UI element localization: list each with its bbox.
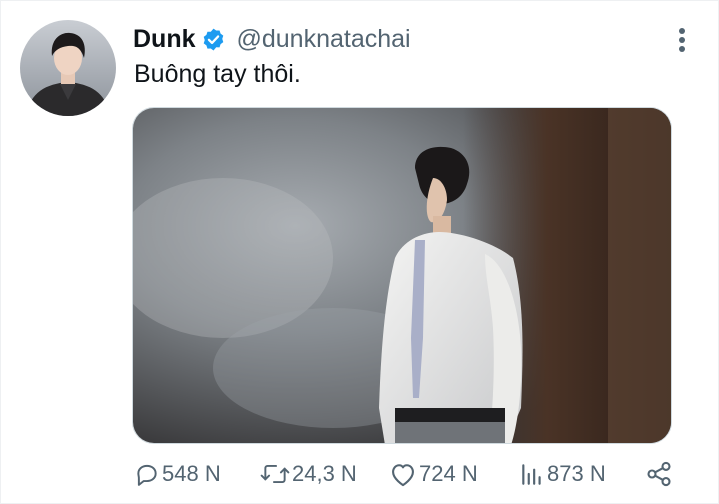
verified-badge-icon <box>201 27 226 52</box>
profile-photo-icon <box>20 20 116 116</box>
views-button[interactable]: 873 N <box>519 455 606 493</box>
tweet-header: Dunk @dunknatachai <box>133 21 411 57</box>
tweet-photo-icon <box>133 108 671 443</box>
like-button[interactable]: 724 N <box>389 455 478 493</box>
heart-icon <box>392 464 414 487</box>
like-count: 724 N <box>419 461 478 486</box>
retweet-count: 24,3 N <box>292 461 357 486</box>
share-button[interactable] <box>645 455 673 493</box>
display-name[interactable]: Dunk <box>133 25 196 54</box>
tweet-actions: 548 N 24,3 N 724 N 873 N <box>132 455 677 493</box>
views-count: 873 N <box>547 461 606 486</box>
more-options-button[interactable] <box>665 23 699 57</box>
reply-icon <box>137 464 157 486</box>
retweet-icon <box>260 465 290 484</box>
more-vertical-icon <box>679 28 685 52</box>
username-handle[interactable]: @dunknatachai <box>237 25 411 54</box>
reply-count: 548 N <box>162 461 221 486</box>
tweet-media[interactable] <box>132 107 672 444</box>
avatar[interactable] <box>20 20 116 116</box>
retweet-button[interactable]: 24,3 N <box>260 455 357 493</box>
reply-button[interactable]: 548 N <box>134 455 221 493</box>
views-chart-icon <box>522 464 541 485</box>
share-icon <box>647 461 671 487</box>
tweet-card[interactable]: Dunk @dunknatachai Buông tay thôi. 548 N… <box>0 0 719 504</box>
tweet-text: Buông tay thôi. <box>134 60 301 88</box>
